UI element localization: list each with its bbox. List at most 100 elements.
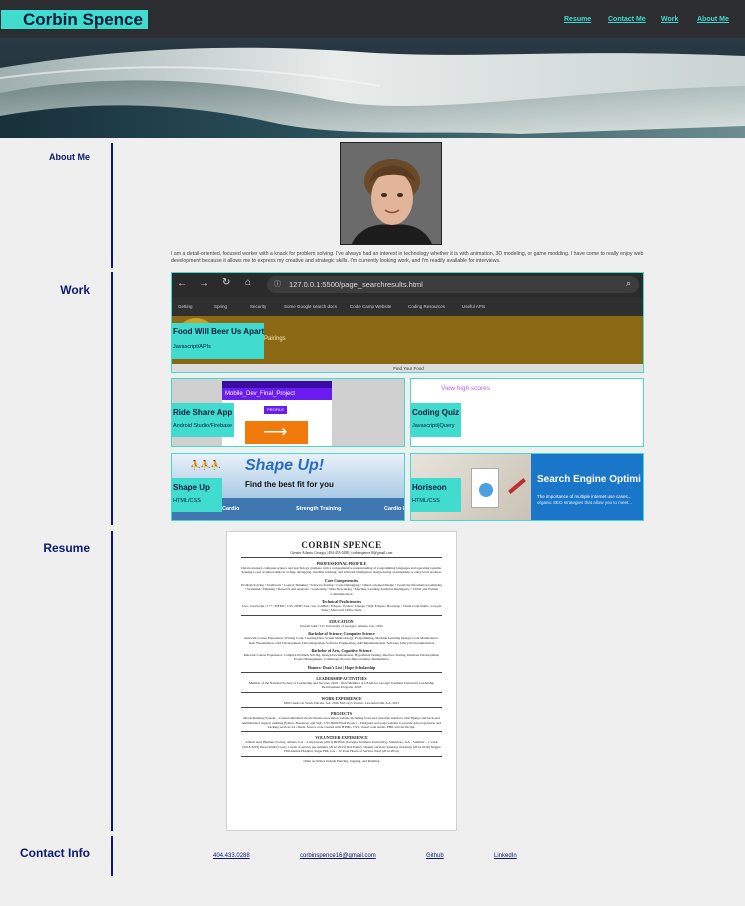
resume-rule (241, 707, 442, 709)
featured-footer: Find Your Food (172, 364, 643, 372)
bookmarks-bar: Getting Spring Security Some Google sear… (172, 297, 643, 316)
contact-phone[interactable]: 404.433.0288 (213, 853, 250, 859)
project-card-shape-up[interactable]: ⛹⛹⛹ Shape Up! Find the best fit for you … (171, 453, 405, 521)
resume-rule (241, 731, 442, 733)
zoom-icon: ⌕ (625, 278, 631, 288)
project-title: Coding Quiz (412, 408, 460, 417)
pen-graphic (508, 478, 526, 494)
contact-linkedin[interactable]: LinkedIn (494, 853, 517, 859)
project-tech: HTML/CSS (173, 498, 201, 504)
project-card-horiseon[interactable]: Search Engine Optimi The importance of m… (410, 453, 644, 521)
banner-title: Shape Up! (245, 457, 325, 474)
project-title: Horiseon (412, 483, 447, 492)
resume-contact: Greater Atlanta, Georgia | 404-433-0288 … (290, 551, 393, 555)
contact-email[interactable]: corbinspence16@gmail.com (300, 853, 376, 859)
resume-section-body: Relevant Course Experience: Writing Code… (244, 636, 439, 645)
divider-resume (111, 531, 113, 831)
menu-item: Cardio (222, 506, 240, 512)
home-icon: ⌂ (245, 277, 252, 288)
resume-section-body: Athens Area Humane Society, Athens, GA –… (242, 740, 441, 754)
resume-rule (241, 671, 442, 673)
resume-section-body: Java | JavaScript | C++ | HTML | CSS | P… (241, 604, 442, 613)
back-icon: ← (177, 278, 187, 289)
section-label-work: Work (60, 283, 90, 297)
horiseon-subtitle: The importance of multiple internet use … (537, 494, 632, 499)
nav-link-about[interactable]: About Me (697, 16, 729, 23)
project-tech: Javascript/jQuery (412, 423, 455, 429)
resume-rule (241, 614, 442, 616)
bookmark-item: Security (250, 304, 267, 309)
resume-section-body: Detail-oriented, computer science and ps… (241, 566, 442, 575)
resume-document[interactable]: CORBIN SPENCE Greater Atlanta, Georgia |… (226, 531, 457, 831)
contact-github[interactable]: Github (426, 853, 444, 859)
resume-section-body: Overall GPA: 3.6 | University of Georgia… (300, 623, 383, 628)
resume-rule (241, 755, 442, 757)
site-title: Corbin Spence (1, 10, 148, 29)
horiseon-subtitle-2: organic SEO strategies that allow you to… (537, 500, 633, 505)
divider-contact (111, 836, 113, 876)
bookmark-item: Code Camp Website (350, 304, 392, 309)
divider-work (111, 272, 113, 525)
project-card-featured[interactable]: ← → ↻ ⌂ ⓘ 127.0.0.1:5500/page_searchresu… (171, 272, 644, 373)
browser-chrome: ← → ↻ ⌂ ⓘ 127.0.0.1:5500/page_searchresu… (172, 273, 643, 297)
address-url: 127.0.0.1:5500/page_searchresults.html (289, 280, 423, 289)
project-title: Ride Share App (173, 408, 233, 417)
phone-statusbar (222, 381, 332, 388)
hero-banner (0, 38, 745, 138)
project-tech: HTML/CSS (412, 498, 440, 504)
project-tech: Javascript/APIs (173, 344, 211, 350)
resume-name: CORBIN SPENCE (301, 540, 382, 550)
arrow-icon: ⟶ (263, 422, 288, 441)
resume-section-heading: Honors: Dean's List | Hope Scholarship (307, 664, 376, 670)
resume-rule (241, 557, 442, 558)
site-header: Corbin Spence Resume Contact Me Work Abo… (0, 0, 745, 38)
resume-section-body: Mill Creek Car Wash, Dacula, GA, 2020 Mc… (283, 700, 400, 705)
project-tech: Android Studio/Firebase (173, 423, 233, 429)
horiseon-title: Search Engine Optimi (537, 474, 641, 485)
resume-section-body: Member of the National Society of Leader… (248, 680, 435, 690)
resume-rule (241, 691, 442, 693)
project-tag: Ride Share App Android Studio/Firebase (172, 403, 234, 437)
section-label-resume: Resume (43, 541, 90, 555)
forward-icon: → (199, 278, 209, 289)
project-title: Shape Up (173, 483, 210, 492)
bookmark-item: Getting (178, 304, 193, 309)
bookmark-item: Some Google search docs (284, 304, 338, 309)
project-tag: Horiseon HTML/CSS (411, 478, 461, 512)
project-card-coding-quiz[interactable]: View high scores Coding Quiz Javascript/… (410, 378, 644, 447)
high-scores-link: View high scores (441, 385, 491, 392)
about-bio: I am a detail-oriented, focused worker w… (171, 251, 644, 264)
phone-titlebar: Mobile_Dev_Final_Project (222, 388, 332, 400)
info-icon: ⓘ (274, 281, 281, 288)
bookmark-item: Spring (214, 304, 228, 309)
divider-about (111, 143, 113, 268)
arrow-image: ⟶ (245, 421, 308, 444)
resume-section-body: Problem Solving • Teamwork • Logical Thi… (241, 582, 442, 596)
project-title: Food Will Beer Us Apart (173, 327, 265, 336)
address-bar: ⓘ 127.0.0.1:5500/page_searchresults.html… (267, 276, 639, 293)
project-card-ride-share[interactable]: Mobile_Dev_Final_Project PROFILE ⟶ Ride … (171, 378, 405, 447)
bookmark-item: Coding Resources (408, 304, 446, 309)
section-label-about: About Me (49, 152, 90, 162)
overlay-text: Pairings (264, 336, 286, 342)
nav-link-work[interactable]: Work (661, 16, 678, 23)
resume-section-body: Relevant Course Experience: Complex Prob… (243, 653, 440, 662)
profile-photo (340, 142, 442, 245)
project-tag: Coding Quiz Javascript/jQuery (411, 403, 461, 437)
hero-dunes-image (0, 38, 745, 138)
seo-sticker (479, 483, 493, 497)
section-label-contact: Contact Info (20, 846, 90, 860)
menu-item: Strength Training (296, 506, 342, 512)
resume-sections: PROFESSIONAL PROFILE Detail-oriented, com… (227, 561, 456, 763)
bookmark-item: Useful APIs (462, 304, 486, 309)
nav-link-resume[interactable]: Resume (564, 16, 591, 23)
phone-screenshot: Mobile_Dev_Final_Project PROFILE ⟶ (222, 381, 332, 446)
profile-button: PROFILE (264, 406, 287, 414)
resume-section-body: Movie Ranking System – Created simulated… (242, 716, 441, 729)
project-tag: Food Will Beer Us Apart Javascript/APIs (172, 323, 264, 359)
resume-section-body: Other Activities Include Fencing, Joggin… (303, 758, 380, 763)
people-graphic: ⛹⛹⛹ (190, 460, 222, 470)
nav-link-contact[interactable]: Contact Me (608, 16, 646, 23)
notebook-graphic (471, 468, 499, 508)
project-tag: Shape Up HTML/CSS (172, 478, 222, 512)
